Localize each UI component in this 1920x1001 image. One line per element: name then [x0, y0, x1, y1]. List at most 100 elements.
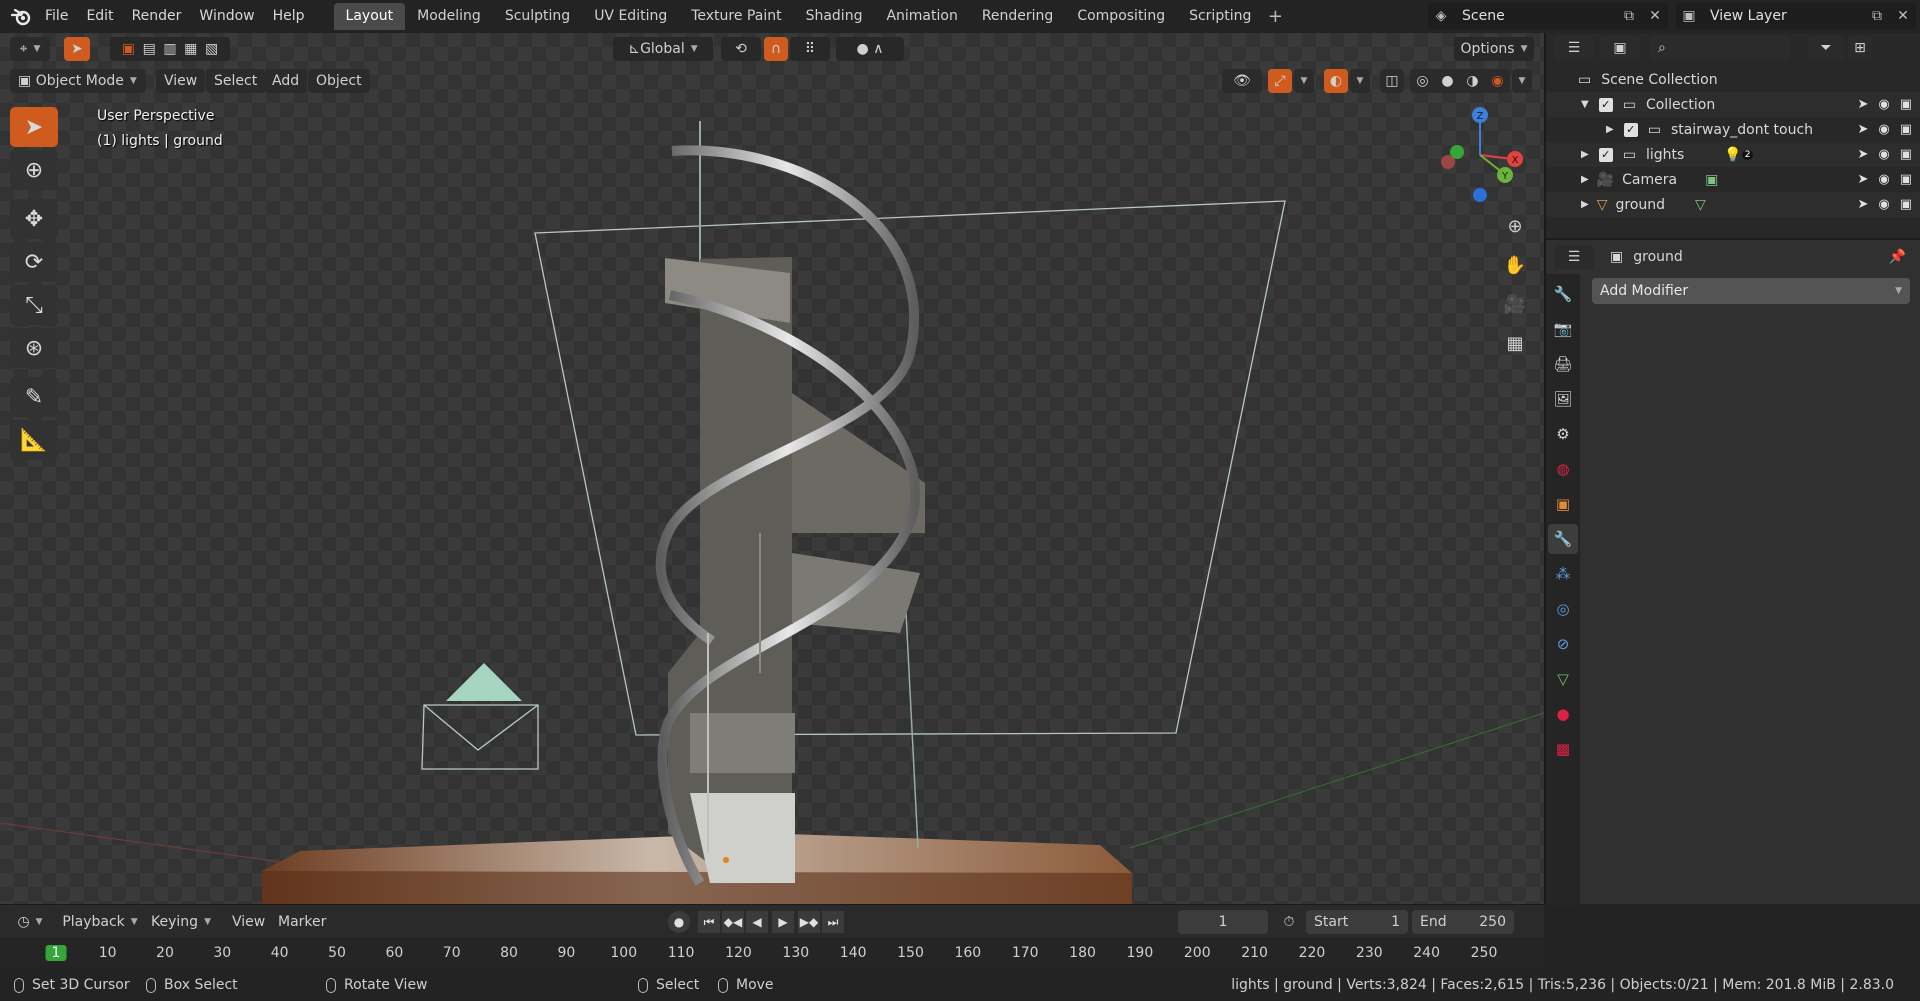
include-checkbox[interactable]: ✓ [1598, 97, 1613, 112]
select-subtract-icon[interactable]: ▥ [163, 41, 176, 57]
outliner-search-input[interactable]: ⌕ [1650, 36, 1790, 60]
expand-chevron-icon[interactable]: ▶ [1581, 199, 1589, 210]
current-frame-field[interactable]: 1 [1178, 910, 1268, 934]
world-properties-icon[interactable]: ◍ [1548, 454, 1578, 484]
timeline-ruler[interactable]: 1 10 20 30 40 50 60 70 80 90 100 110 120 130 140 150 160… [0, 937, 1544, 970]
editor-type-button[interactable]: ⌖ ▼ [10, 37, 50, 61]
filter-dropdown[interactable]: ⏷ [1808, 36, 1844, 60]
ortho-grid-icon[interactable]: ▦ [1500, 328, 1530, 358]
proportional-editing-button[interactable]: ● ∧ [836, 37, 904, 61]
camera-icon[interactable]: ▣ [1900, 122, 1912, 137]
outliner-row-ground[interactable]: ▶ ▽ ground ▽ ➤ ◉ ▣ [1546, 192, 1920, 217]
scale-tool[interactable]: ⤡ [10, 285, 58, 325]
modifier-properties-icon[interactable]: 🔧 [1548, 524, 1578, 554]
eye-icon[interactable]: ◉ [1878, 122, 1889, 137]
wireframe-icon[interactable]: ◎ [1416, 73, 1428, 89]
record-icon[interactable]: ● [668, 911, 690, 933]
rendered-icon[interactable]: ◉ [1491, 73, 1503, 89]
camera-icon[interactable]: ▣ [1900, 197, 1912, 212]
tab-animation[interactable]: Animation [874, 3, 969, 30]
output-properties-icon[interactable]: 🖨 [1548, 349, 1578, 379]
select-tool-button[interactable]: ➤ [64, 37, 90, 61]
outliner-row-collection[interactable]: ▼ ✓ ▭ Collection ➤ ◉ ▣ [1546, 92, 1920, 117]
keying-menu[interactable]: Keying ▼ [144, 910, 218, 934]
properties-editor-type[interactable]: ☰ [1554, 245, 1594, 269]
overlay-dropdown[interactable]: ▼ [1350, 69, 1370, 93]
transform-orientation-dropdown[interactable]: ⊾ Global ▼ [613, 37, 713, 61]
expand-chevron-icon[interactable]: ▼ [1581, 99, 1589, 110]
remove-scene-icon[interactable]: ✕ [1642, 3, 1668, 29]
new-view-layer-icon[interactable]: ⧉ [1864, 3, 1890, 29]
prev-keyframe-icon[interactable]: ◆◀ [722, 911, 744, 933]
select-box-tool[interactable]: ➤ [10, 107, 58, 147]
data-properties-icon[interactable]: ▽ [1548, 664, 1578, 694]
object-menu[interactable]: Object [308, 69, 370, 93]
material-properties-icon[interactable]: ● [1548, 699, 1578, 729]
gizmo-dropdown[interactable]: ▼ [1294, 69, 1314, 93]
timeline-view-menu[interactable]: View [224, 910, 273, 934]
camera-icon[interactable]: ▣ [1900, 97, 1912, 112]
tab-sculpting[interactable]: Sculpting [493, 3, 582, 30]
options-dropdown[interactable]: Options ▼ [1454, 37, 1534, 61]
pin-icon[interactable]: 📌 [1889, 249, 1906, 265]
selection-mode-buttons[interactable]: ▣ ▤ ▥ ▦ ▧ [110, 37, 230, 61]
play-icon[interactable]: ▶ [772, 911, 794, 933]
tool-settings-icon[interactable]: 🔧 [1548, 279, 1578, 309]
tab-shading[interactable]: Shading [794, 3, 875, 30]
menu-window[interactable]: Window [190, 0, 263, 33]
menu-edit[interactable]: Edit [77, 0, 122, 33]
include-checkbox[interactable]: ✓ [1623, 122, 1638, 137]
play-reverse-icon[interactable]: ◀ [746, 911, 768, 933]
annotate-tool[interactable]: ✎ [10, 377, 58, 417]
eye-icon[interactable]: ◉ [1878, 172, 1889, 187]
transform-tool[interactable]: ⊛ [10, 328, 58, 368]
texture-properties-icon[interactable]: ▩ [1548, 734, 1578, 764]
select-arrow-icon[interactable]: ➤ [1857, 122, 1868, 137]
render-properties-icon[interactable]: 📷 [1548, 314, 1578, 344]
pan-hand-icon[interactable]: ✋ [1500, 250, 1530, 280]
select-arrow-icon[interactable]: ➤ [1857, 172, 1868, 187]
scene-selector[interactable]: ◈ Scene ⧉ ✕ [1428, 3, 1668, 29]
display-mode-dropdown[interactable]: ▣ [1600, 36, 1640, 60]
eye-icon[interactable]: ◉ [1878, 197, 1889, 212]
timeline-editor-type[interactable]: ◷ ▼ [10, 910, 50, 934]
eye-icon[interactable]: ◉ [1878, 147, 1889, 162]
object-properties-icon[interactable]: ▣ [1548, 489, 1578, 519]
tab-texture-paint[interactable]: Texture Paint [679, 3, 793, 30]
blender-logo-icon[interactable] [6, 0, 36, 33]
properties-editor[interactable]: ☰ ▣ ground 📌 🔧 📷 🖨 🖼 ⚙ ◍ ▣ 🔧 ⁂ ◎ ⊘ ▽ ● ▩… [1546, 238, 1920, 906]
menu-file[interactable]: File [36, 0, 77, 33]
outliner-row-stairway[interactable]: ▶ ✓ ▭ stairway_dont touch ➤ ◉ ▣ [1546, 117, 1920, 142]
particles-properties-icon[interactable]: ⁂ [1548, 559, 1578, 589]
constraints-properties-icon[interactable]: ⊘ [1548, 629, 1578, 659]
shading-buttons[interactable]: ◎ ● ◑ ◉ [1410, 69, 1510, 93]
tab-modeling[interactable]: Modeling [405, 3, 493, 30]
tab-scripting[interactable]: Scripting [1177, 3, 1263, 30]
next-keyframe-icon[interactable]: ▶◆ [798, 911, 820, 933]
navigation-gizmo[interactable]: Z X Y [1435, 105, 1525, 205]
add-menu[interactable]: Add [264, 69, 308, 93]
light-object[interactable] [421, 704, 539, 770]
view-menu[interactable]: View [156, 69, 206, 93]
jump-start-icon[interactable]: ⏮ [698, 911, 720, 933]
select-difference-icon[interactable]: ▦ [184, 41, 197, 57]
tab-uv-editing[interactable]: UV Editing [582, 3, 679, 30]
neg-z-axis-handle[interactable] [1473, 188, 1487, 202]
3d-viewport[interactable]: ⌖ ▼ ➤ ▣ ▤ ▥ ▦ ▧ ⊾ Global ▼ ⟲ ∩ ⠿ ● ∧ Options ▼ … [0, 33, 1544, 904]
mode-dropdown[interactable]: ▣ Object Mode ▼ [10, 69, 146, 93]
eye-icon[interactable]: ◉ [1878, 97, 1889, 112]
select-extend-icon[interactable]: ▤ [143, 41, 156, 57]
gizmo-toggle[interactable]: ⤢ [1268, 69, 1292, 93]
light-cone[interactable] [446, 663, 522, 701]
menu-help[interactable]: Help [264, 0, 314, 33]
camera-icon[interactable]: ▣ [1900, 172, 1912, 187]
solid-icon[interactable]: ● [1441, 73, 1453, 89]
new-scene-icon[interactable]: ⧉ [1616, 3, 1642, 29]
outliner-row-scene-collection[interactable]: ▭ Scene Collection [1546, 67, 1920, 92]
add-workspace-button[interactable]: + [1263, 6, 1287, 27]
new-collection-button[interactable]: ⊞ [1848, 36, 1872, 60]
snap-toggle[interactable]: ∩ [764, 37, 788, 61]
tab-rendering[interactable]: Rendering [970, 3, 1066, 30]
cursor-tool[interactable]: ⊕ [10, 150, 58, 190]
start-frame-field[interactable]: Start 1 [1306, 910, 1408, 934]
